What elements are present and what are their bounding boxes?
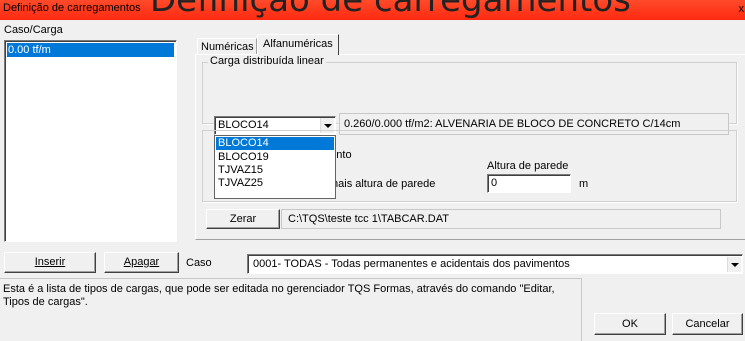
close-icon[interactable]: x bbox=[739, 3, 745, 15]
carga-dropdown-list[interactable]: BLOCO14 BLOCO19 TJVAZ15 TJVAZ25 bbox=[214, 135, 336, 199]
overlay-heading: Definição de carregamentos bbox=[150, 0, 631, 20]
caso-combo[interactable]: 0001- TODAS - Todas permanentes e aciden… bbox=[247, 254, 743, 274]
altura-unit: m bbox=[579, 178, 589, 190]
caso-carga-list[interactable]: 0.00 tf/m bbox=[4, 40, 177, 242]
dropdown-option[interactable]: TJVAZ15 bbox=[216, 164, 334, 177]
group-carga-label: Carga distribuída linear bbox=[208, 55, 326, 67]
inserir-button[interactable]: Inserir bbox=[4, 252, 96, 273]
caso-combo-value: 0001- TODAS - Todas permanentes e aciden… bbox=[253, 258, 570, 270]
apagar-button[interactable]: Apagar bbox=[104, 252, 179, 273]
altura-label: Altura de parede bbox=[487, 160, 569, 172]
caso-carga-label: Caso/Carga bbox=[4, 24, 63, 36]
cancel-button[interactable]: Cancelar bbox=[672, 313, 743, 335]
help-text: Esta é a lista de tipos de cargas, que p… bbox=[0, 278, 582, 341]
altura-input-value: 0 bbox=[491, 177, 498, 189]
tab-alfanumericas[interactable]: Alfanuméricas bbox=[257, 34, 339, 55]
zerar-button[interactable]: Zerar bbox=[206, 209, 280, 229]
zerar-path: C:\TQS\teste tcc 1\TABCAR.DAT bbox=[281, 209, 721, 229]
dropdown-option[interactable]: BLOCO19 bbox=[216, 151, 334, 164]
chevron-down-icon[interactable] bbox=[727, 257, 741, 272]
window-title: Definição de carregamentos bbox=[3, 2, 141, 14]
dropdown-option[interactable]: BLOCO14 bbox=[216, 137, 334, 150]
list-item-selected[interactable]: 0.00 tf/m bbox=[7, 43, 174, 57]
dropdown-option[interactable]: TJVAZ25 bbox=[216, 177, 334, 190]
altura-input[interactable]: 0 bbox=[487, 174, 571, 193]
ok-button[interactable]: OK bbox=[594, 313, 666, 335]
tab-numericas[interactable]: Numéricas bbox=[197, 38, 257, 54]
caso-label: Caso bbox=[186, 257, 212, 269]
